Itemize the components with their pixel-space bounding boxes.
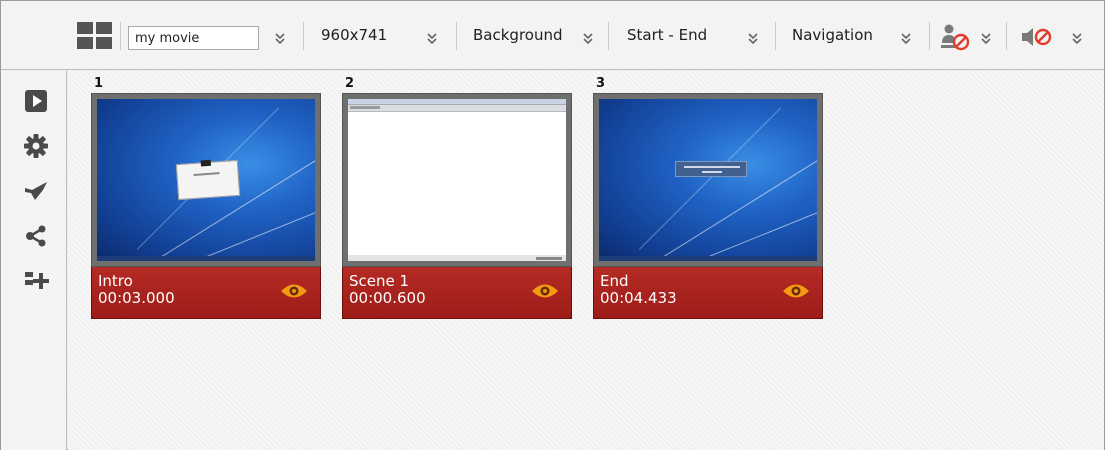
- no-presenter-icon[interactable]: [939, 23, 971, 51]
- scene-duration: 00:03.000: [98, 289, 175, 307]
- scene-caption: Scene 1 00:00.600: [342, 267, 572, 319]
- scene-card[interactable]: 2 Scene 1 00:00.600: [342, 77, 572, 319]
- app-window: 960x741 Background Start - End Navigatio…: [0, 0, 1105, 450]
- toolbar-divider: [608, 22, 609, 50]
- double-chevron-down-icon[interactable]: [580, 30, 596, 46]
- message-box: [675, 161, 747, 177]
- double-chevron-down-icon[interactable]: [1069, 30, 1085, 46]
- background-label: Background: [473, 26, 563, 44]
- toolbar-divider: [929, 22, 930, 50]
- double-chevron-down-icon[interactable]: [978, 30, 994, 46]
- double-chevron-down-icon[interactable]: [424, 30, 440, 46]
- eye-icon[interactable]: [280, 282, 308, 300]
- grid-layout-icon[interactable]: [77, 22, 113, 50]
- desktop-preview: [599, 99, 817, 261]
- toolbar-divider: [456, 22, 457, 50]
- desktop-preview: [97, 99, 315, 261]
- size-dropdown[interactable]: 960x741: [321, 18, 387, 52]
- navigation-label: Navigation: [792, 26, 873, 44]
- scene-duration: 00:04.433: [600, 289, 677, 307]
- movie-title-input[interactable]: [128, 26, 259, 50]
- double-chevron-down-icon[interactable]: [272, 30, 288, 46]
- scene-name: Intro: [98, 272, 133, 290]
- double-chevron-down-icon[interactable]: [898, 30, 914, 46]
- add-scene-icon[interactable]: [23, 268, 49, 294]
- background-dropdown[interactable]: Background: [473, 18, 563, 52]
- size-label: 960x741: [321, 26, 388, 44]
- eye-icon[interactable]: [531, 282, 559, 300]
- toolbar-divider: [120, 22, 121, 50]
- window-preview: [348, 99, 566, 261]
- range-label: Start - End: [627, 26, 708, 44]
- range-dropdown[interactable]: Start - End: [627, 18, 707, 52]
- double-chevron-down-icon[interactable]: [745, 30, 761, 46]
- gear-icon[interactable]: [23, 133, 49, 159]
- toolbar-divider: [1006, 22, 1007, 50]
- scene-name: Scene 1: [349, 272, 410, 290]
- scene-card[interactable]: 3 End 00:04.433: [593, 77, 823, 319]
- share-icon[interactable]: [23, 223, 49, 249]
- scene-name: End: [600, 272, 629, 290]
- scene-timeline: 1 Intro 00:03.000 2 Scene 1 00:00.600 3 …: [68, 71, 1104, 450]
- eye-icon[interactable]: [782, 282, 810, 300]
- mute-icon[interactable]: [1020, 25, 1052, 49]
- toolbar-divider: [775, 22, 776, 50]
- toolbar-divider: [303, 22, 304, 50]
- scene-number: 2: [345, 76, 355, 91]
- sidebar: [1, 71, 67, 450]
- scene-number: 3: [596, 76, 606, 91]
- scene-thumbnail[interactable]: [593, 93, 823, 267]
- scene-number: 1: [94, 76, 104, 91]
- scene-thumbnail[interactable]: [342, 93, 572, 267]
- check-icon[interactable]: [23, 178, 49, 204]
- scene-duration: 00:00.600: [349, 289, 426, 307]
- scene-caption: End 00:04.433: [593, 267, 823, 319]
- dialog-box: [175, 159, 241, 201]
- play-icon[interactable]: [23, 88, 49, 114]
- scene-card[interactable]: 1 Intro 00:03.000: [91, 77, 321, 319]
- toolbar: 960x741 Background Start - End Navigatio…: [1, 1, 1104, 70]
- scene-caption: Intro 00:03.000: [91, 267, 321, 319]
- navigation-dropdown[interactable]: Navigation: [792, 18, 873, 52]
- scene-thumbnail[interactable]: [91, 93, 321, 267]
